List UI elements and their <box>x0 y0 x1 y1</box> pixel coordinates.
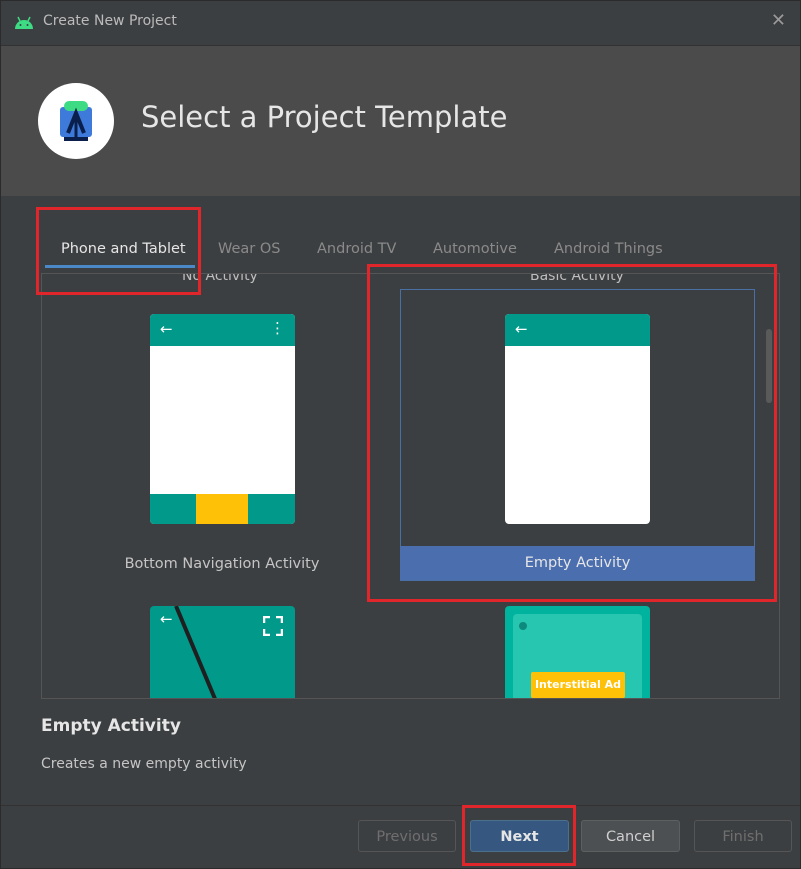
ad-screen: Interstitial Ad <box>513 614 642 698</box>
template-card-fullscreen[interactable]: ← <box>150 606 295 698</box>
highlight-box-template <box>367 264 777 602</box>
camera-dot-icon <box>519 622 527 630</box>
app-bar: ← ⋮ <box>150 314 295 346</box>
interstitial-ad-badge: Interstitial Ad <box>531 672 625 698</box>
template-description-title: Empty Activity <box>41 716 181 736</box>
android-icon <box>15 16 33 29</box>
diagonal-divider <box>174 606 217 698</box>
overflow-menu-icon: ⋮ <box>270 319 285 337</box>
android-studio-logo <box>38 83 114 159</box>
window-title: Create New Project <box>43 13 177 29</box>
template-description-text: Creates a new empty activity <box>41 756 247 772</box>
header-banner: Select a Project Template <box>1 46 800 196</box>
cancel-button[interactable]: Cancel <box>581 820 680 852</box>
tab-automotive[interactable]: Automotive <box>433 241 517 257</box>
title-bar: Create New Project ✕ <box>1 1 800 46</box>
tab-android-things[interactable]: Android Things <box>554 241 663 257</box>
close-icon[interactable]: ✕ <box>771 10 786 31</box>
tab-wear-os[interactable]: Wear OS <box>218 241 280 257</box>
back-arrow-icon: ← <box>160 320 173 338</box>
template-card-bottom-navigation[interactable]: ← ⋮ <box>150 314 295 524</box>
dialog-footer: Previous Next Cancel Finish <box>1 805 800 868</box>
finish-button[interactable]: Finish <box>694 820 792 852</box>
android-studio-icon <box>60 101 92 141</box>
template-card-admob[interactable]: Interstitial Ad <box>505 606 650 698</box>
previous-button[interactable]: Previous <box>358 820 456 852</box>
highlight-box-tab <box>36 207 201 295</box>
create-project-dialog: Create New Project ✕ Select a Project Te… <box>0 0 801 869</box>
page-title: Select a Project Template <box>141 100 508 134</box>
highlight-box-next <box>462 805 576 866</box>
tab-android-tv[interactable]: Android TV <box>317 241 396 257</box>
bottom-navigation-bar <box>150 494 295 524</box>
bottom-nav-selected-item <box>196 494 248 524</box>
template-label-bottom-navigation: Bottom Navigation Activity <box>124 556 320 572</box>
